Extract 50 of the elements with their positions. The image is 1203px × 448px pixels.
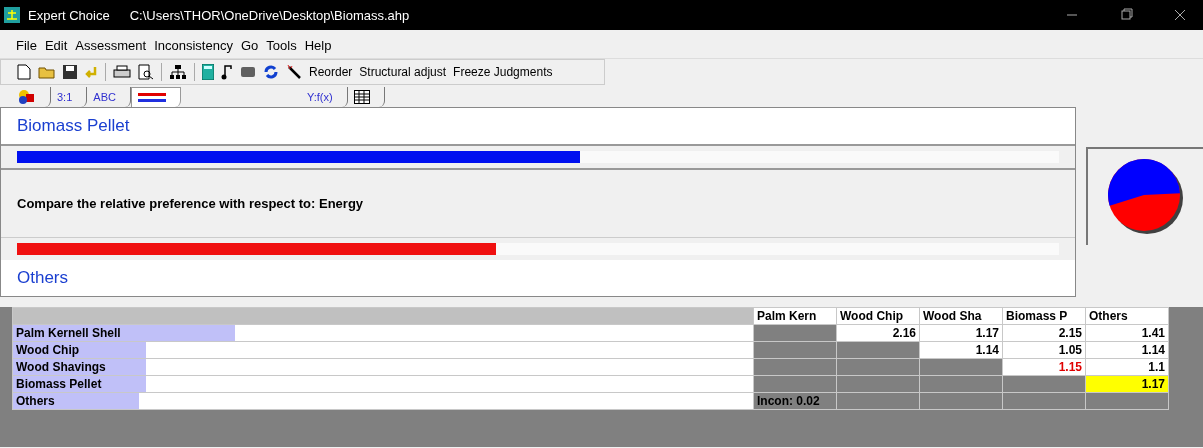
table-icon: [353, 90, 370, 104]
menu-item[interactable]: Tools: [266, 35, 297, 55]
magic-wand-icon[interactable]: [286, 64, 302, 80]
menu-item[interactable]: File: [16, 35, 37, 55]
slab-icon[interactable]: [240, 66, 256, 78]
row-label: Wood Chip: [16, 343, 80, 357]
menu-item[interactable]: Assessment: [75, 35, 147, 55]
print-icon[interactable]: [113, 65, 131, 79]
music-note-icon[interactable]: [221, 64, 233, 80]
judgment-cell[interactable]: 2.16: [836, 324, 920, 342]
column-header: Wood Chip: [836, 307, 920, 325]
view-tab[interactable]: [130, 87, 181, 107]
save-icon[interactable]: [63, 65, 77, 79]
calculator-icon[interactable]: [202, 64, 214, 80]
judgment-cell[interactable]: 1.15: [1002, 358, 1086, 376]
shapes-icon: [18, 89, 36, 105]
toolbar-button[interactable]: Reorder: [309, 65, 353, 79]
app-icon: [4, 7, 20, 23]
open-folder-icon[interactable]: [38, 65, 56, 79]
file-path: C:\Users\THOR\OneDrive\Desktop\Biomass.ahp: [129, 7, 410, 23]
menu-item[interactable]: Inconsistency: [154, 35, 233, 55]
column-header: Others: [1085, 307, 1169, 325]
toolbar-button[interactable]: Structural adjust: [359, 65, 447, 79]
new-file-icon[interactable]: [17, 64, 31, 80]
hierarchy-icon[interactable]: [169, 64, 187, 80]
menu-item[interactable]: Edit: [44, 35, 68, 55]
judgment-cell[interactable]: 1.1: [1085, 358, 1169, 376]
app-name: Expert Choice: [28, 7, 110, 23]
column-header: Palm Kern: [753, 307, 837, 325]
row-label: Palm Kernell Shell: [16, 326, 121, 340]
refresh-icon[interactable]: [263, 64, 279, 80]
judgment-cell[interactable]: 1.41: [1085, 324, 1169, 342]
compared-item: Others: [16, 267, 70, 289]
column-header: Wood Sha: [919, 307, 1003, 325]
toolbar-button[interactable]: Freeze Judgments: [453, 65, 553, 79]
judgment-cell[interactable]: 2.15: [1002, 324, 1086, 342]
comparison-prompt: Compare the relative preference with respect to: Energy: [1, 170, 1075, 238]
judgment-cell[interactable]: 1.05: [1002, 341, 1086, 359]
judgment-cell[interactable]: 1.17: [919, 324, 1003, 342]
compared-item: Biomass Pellet: [16, 115, 131, 137]
judgment-cell[interactable]: 1.14: [1085, 341, 1169, 359]
judgment-cell[interactable]: 1.14: [919, 341, 1003, 359]
row-label: Others: [16, 394, 55, 408]
menu-item[interactable]: Help: [304, 35, 332, 55]
menu-item[interactable]: Go: [240, 35, 259, 55]
row-label: Wood Shavings: [16, 360, 106, 374]
bars-icon: [137, 92, 166, 103]
print-preview-icon[interactable]: [138, 64, 154, 80]
column-header: Biomass P: [1002, 307, 1086, 325]
row-label: Biomass Pellet: [16, 377, 102, 391]
